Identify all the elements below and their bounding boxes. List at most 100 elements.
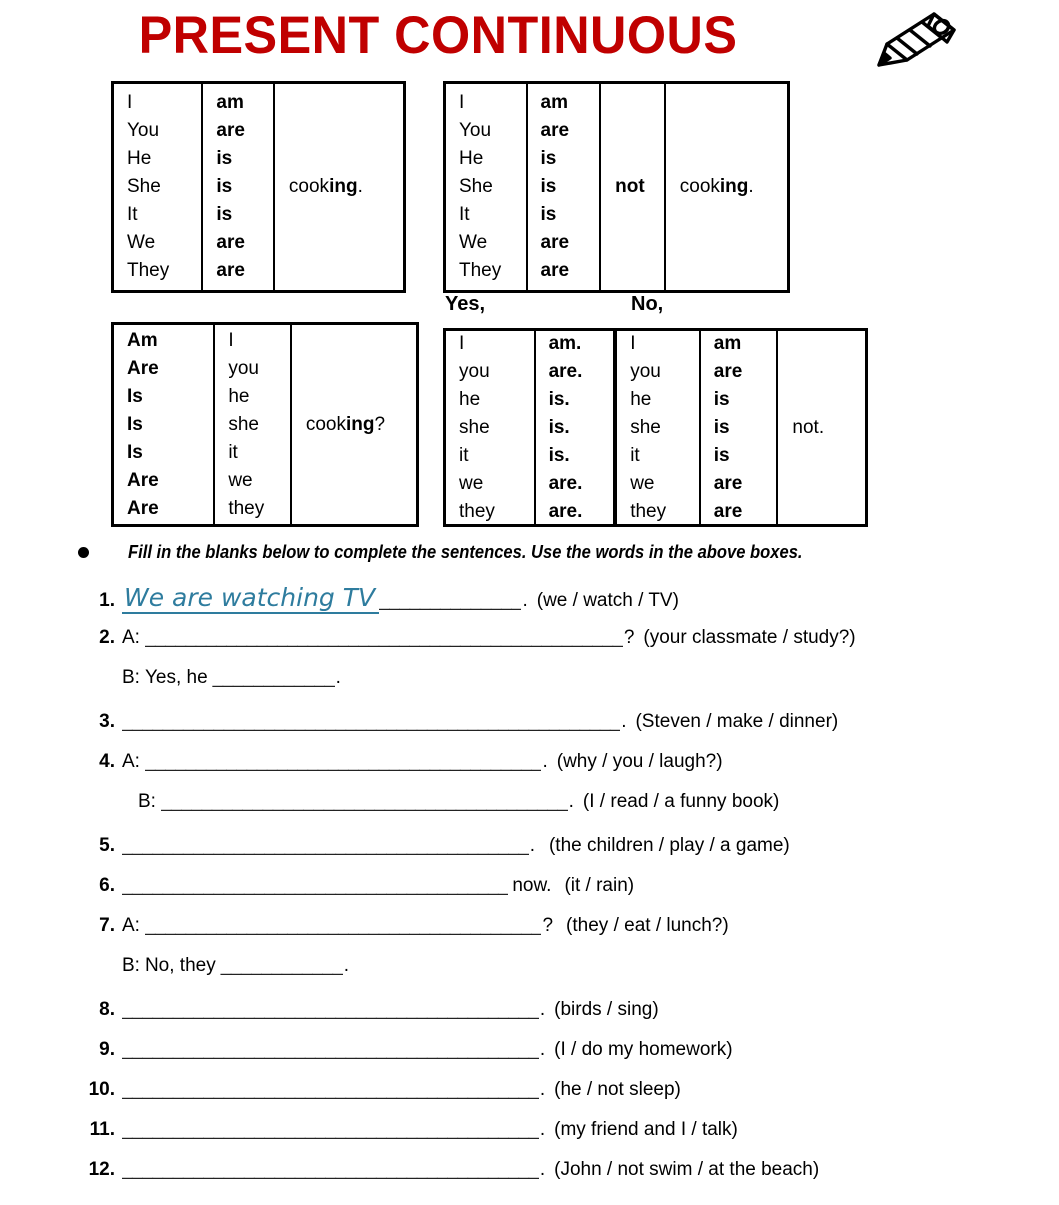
answer-blank[interactable]: ______________________________________: [122, 873, 508, 899]
exercise-number: 12.: [88, 1159, 115, 1180]
exercise-cue: (your classmate / study?): [643, 627, 856, 648]
question-verb: cooking?: [305, 413, 386, 435]
speaker-label: B:: [122, 667, 140, 688]
exercise-item: 12. ____________________________________…: [78, 1157, 1038, 1197]
question-subject-column: I you he she it we they: [213, 325, 290, 524]
exercise-subline: B: No, they ____________ .: [78, 953, 1038, 997]
exercise-punctuation: .: [335, 667, 341, 688]
answer-blank[interactable]: ____________: [208, 665, 335, 691]
exercise-subline: B: Yes, he ____________ .: [78, 665, 1038, 709]
yes-label: Yes,: [445, 293, 486, 315]
exercise-answer[interactable]: We are watching TV: [122, 585, 380, 614]
speaker-label: B:: [138, 791, 156, 812]
exercise-item: 7. A: __________________________________…: [78, 913, 1038, 953]
answer-blank[interactable]: ________________________________________…: [122, 1157, 539, 1183]
exercise-item: 4. A: __________________________________…: [78, 749, 1038, 789]
affirmative-subject-column: I You He She It We They: [127, 92, 170, 281]
exercise-item: 1. We are watching TV ______________ . (…: [78, 585, 1038, 625]
exercise-number: 11.: [89, 1119, 115, 1140]
question-verb-column: cooking?: [289, 325, 416, 524]
negative-table: I You He She It We They am are is is is …: [443, 81, 790, 293]
affirmative-be-column: am are is is is are are: [201, 84, 273, 290]
speaker-label: A:: [122, 627, 140, 648]
exercise-number: 9.: [99, 1039, 115, 1060]
negative-be-column: am are is is is are are: [525, 84, 600, 290]
answer-blank[interactable]: ________________________________________: [122, 833, 529, 859]
negative-not-column: not: [599, 84, 664, 290]
answer-blank[interactable]: ________________________________________…: [122, 1037, 539, 1063]
answer-blank[interactable]: ________________________________________…: [122, 997, 539, 1023]
exercise-cue: (we / watch / TV): [536, 590, 679, 611]
bullet-icon: [78, 547, 89, 558]
exercise-item: 9. _____________________________________…: [78, 1037, 1038, 1077]
exercise-item: 5. _____________________________________…: [78, 833, 1038, 873]
question-table: Am Are Is Is Is Are Are I you he she it …: [111, 322, 419, 527]
negative-verb-column: cooking.: [663, 84, 787, 290]
instruction-text: Fill in the blanks below to complete the…: [128, 542, 803, 562]
exercise-item: 10. ____________________________________…: [78, 1077, 1038, 1117]
exercise-cue: (I / do my homework): [554, 1039, 733, 1060]
page-title: PRESENT CONTINUOUS: [138, 6, 738, 65]
exercise-cue: (the children / play / a game): [548, 835, 790, 856]
exercise-number: 4.: [99, 751, 115, 772]
answer-blank[interactable]: ____________: [216, 953, 343, 979]
negative-subject-column: I You He She It We They: [459, 92, 502, 281]
short-answer-not: not.: [792, 416, 825, 438]
answer-blank[interactable]: _______________________________________: [145, 913, 542, 939]
no-not-column: not.: [776, 331, 865, 524]
exercise-cue: (John / not swim / at the beach): [554, 1159, 820, 1180]
exercise-subline: B: _____________________________________…: [78, 789, 1038, 833]
exercise-number: 7.: [99, 915, 115, 936]
exercise-cue: (they / eat / lunch?): [566, 915, 729, 936]
exercise-cue: (I / read / a funny book): [582, 791, 780, 812]
no-be-column: am are is is is are are: [698, 331, 777, 524]
answer-blank[interactable]: ________________________________________…: [122, 709, 620, 735]
subline-prefix: Yes, he: [144, 667, 208, 688]
exercise-tail-text: now.: [512, 875, 552, 896]
exercise-cue: (Steven / make / dinner): [635, 711, 839, 732]
exercise-cue: (birds / sing): [554, 999, 659, 1020]
pencil-icon: [862, 8, 966, 72]
exercise-item: 11. ____________________________________…: [78, 1117, 1038, 1157]
answer-blank[interactable]: ________________________________________: [161, 789, 568, 815]
exercise-number: 8.: [99, 999, 115, 1020]
speaker-label: A:: [122, 915, 140, 936]
exercise-cue: (why / you / laugh?): [556, 751, 723, 772]
exercise-cue: (my friend and I / talk): [554, 1119, 738, 1140]
yes-be-column: am. are. is. is. is. are. are.: [533, 331, 614, 524]
subline-prefix: No, they: [144, 955, 216, 976]
exercise-number: 5.: [99, 835, 115, 856]
exercise-item: 3. _____________________________________…: [78, 709, 1038, 749]
header: PRESENT CONTINUOUS: [0, 4, 1059, 72]
exercise-number: 3.: [99, 711, 115, 732]
short-answer-labels: Yes, No,: [443, 292, 873, 322]
instruction-line: Fill in the blanks below to complete the…: [78, 540, 998, 568]
exercise-number: 1.: [99, 590, 115, 611]
exercise-number: 6.: [99, 875, 115, 896]
no-label: No,: [631, 293, 664, 315]
no-subject-column: I you he she it we they: [613, 331, 699, 524]
exercise-punctuation: ?: [623, 627, 635, 648]
affirmative-verb-column: cooking.: [272, 84, 403, 290]
negative-verb: cooking.: [679, 176, 754, 197]
exercise-cue: (it / rain): [564, 875, 635, 896]
speaker-label: B:: [122, 955, 140, 976]
exercise-number: 10.: [88, 1079, 115, 1100]
speaker-label: A:: [122, 751, 140, 772]
answer-blank[interactable]: ________________________________________…: [145, 625, 623, 651]
exercise-item: 2. A: __________________________________…: [78, 625, 1038, 665]
answer-blank[interactable]: _______________________________________: [145, 749, 542, 775]
exercise-item: 6. _____________________________________…: [78, 873, 1038, 913]
answer-blank[interactable]: ________________________________________…: [122, 1117, 539, 1143]
exercise-item: 8. _____________________________________…: [78, 997, 1038, 1037]
short-answers-table: I you he she it we they am. are. is. is.…: [443, 328, 868, 527]
answer-blank[interactable]: ________________________________________…: [122, 1077, 539, 1103]
affirmative-verb: cooking.: [288, 176, 363, 197]
exercise-number: 2.: [99, 627, 115, 648]
exercise-punctuation: ?: [542, 915, 554, 936]
exercise-list: 1. We are watching TV ______________ . (…: [78, 585, 1038, 1197]
exercise-cue: (he / not sleep): [554, 1079, 681, 1100]
negative-not: not: [615, 176, 645, 197]
exercise-punctuation: .: [343, 955, 350, 976]
answer-blank[interactable]: ______________: [379, 588, 521, 614]
